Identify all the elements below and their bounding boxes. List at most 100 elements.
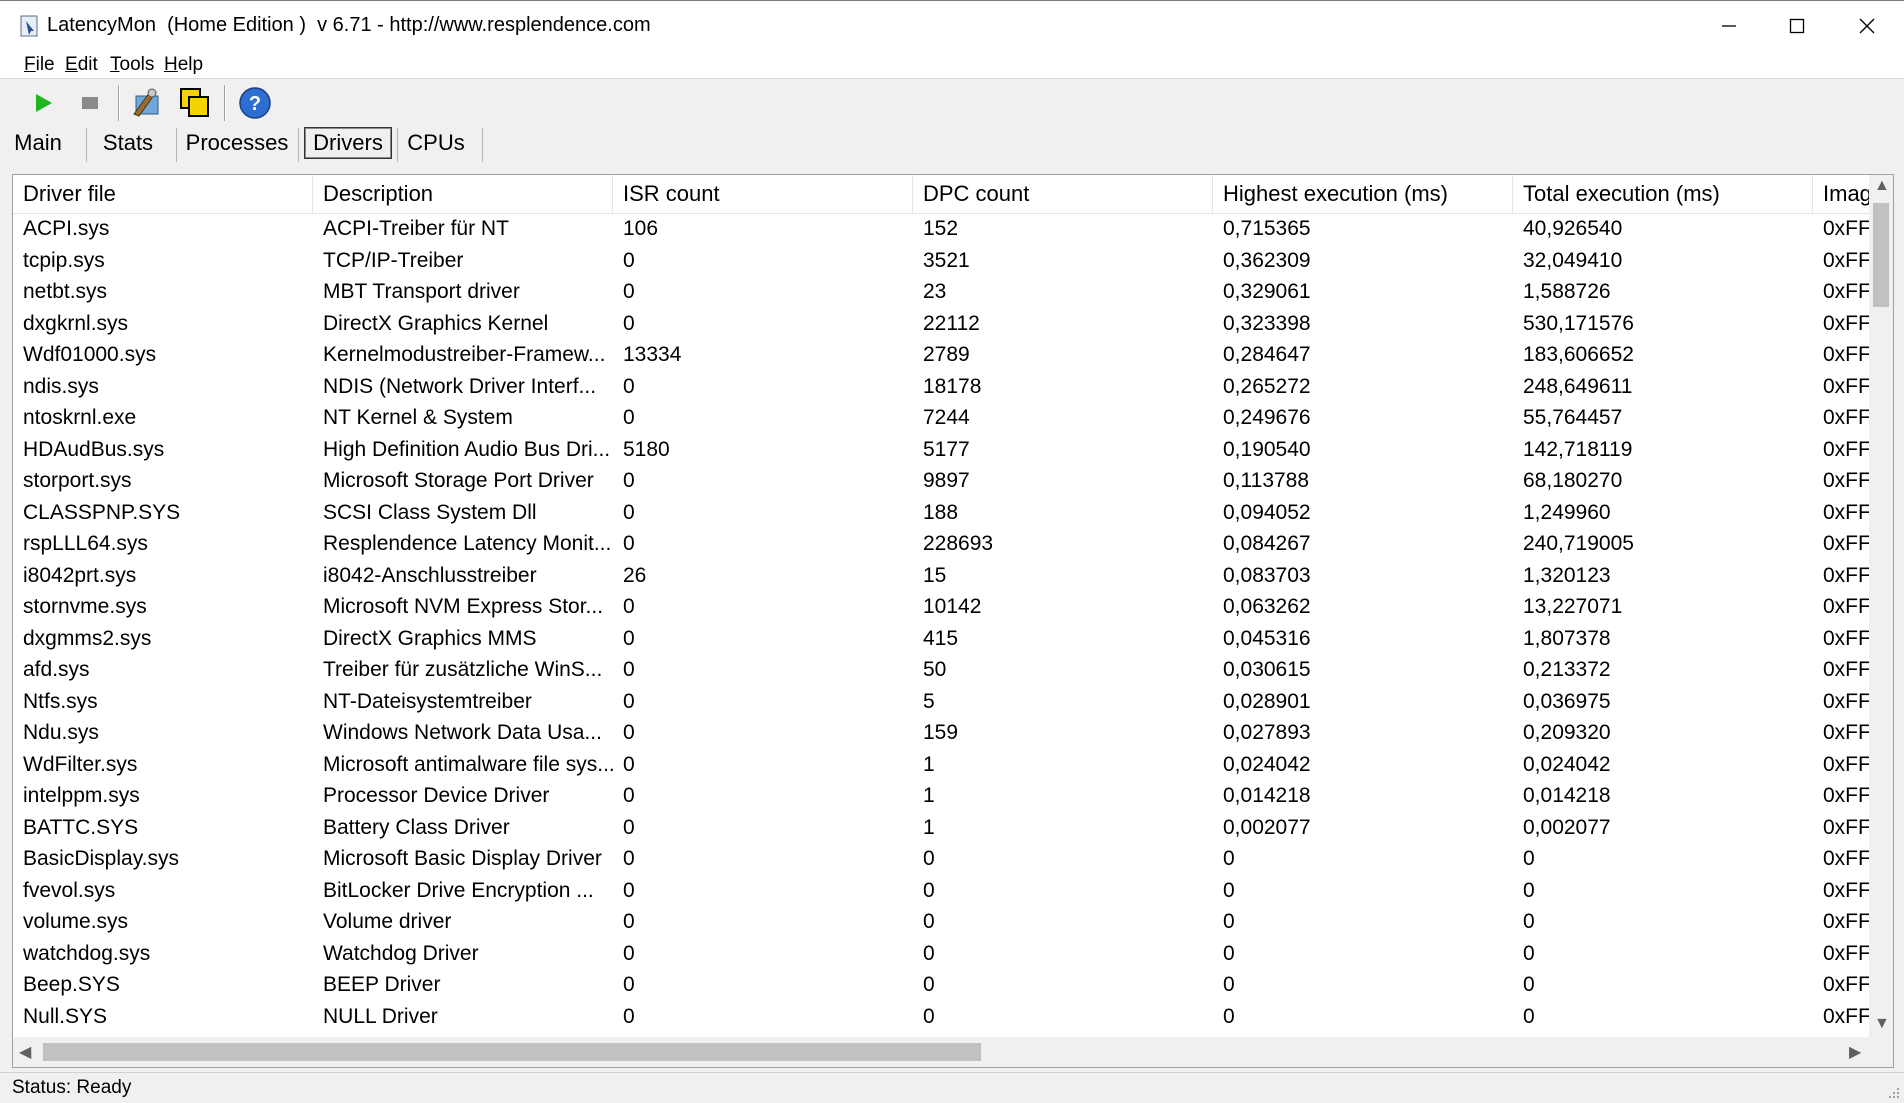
cell-isr-count: 0	[623, 280, 635, 303]
cell-description: Microsoft antimalware file sys...	[323, 752, 613, 776]
cell-isr-count: 0	[623, 878, 635, 902]
table-row[interactable]: Beep.SYS BEEP Driver 0 0 0 0 0xFF	[13, 969, 1871, 1001]
column-header-highest-execution[interactable]: Highest execution (ms)	[1213, 175, 1513, 213]
column-header-total-execution[interactable]: Total execution (ms)	[1513, 175, 1813, 213]
cell-driver-file: watchdog.sys	[23, 941, 151, 965]
scroll-left-icon[interactable]: ◀	[19, 1042, 31, 1062]
column-header-image[interactable]: Imag	[1813, 175, 1871, 213]
table-row[interactable]: fvevol.sys BitLocker Drive Encryption ...…	[13, 875, 1871, 907]
cell-image: 0xFF	[1823, 910, 1871, 933]
cell-highest-execution: 0,113788	[1223, 469, 1310, 492]
table-row[interactable]: ntoskrnl.exe NT Kernel & System 0 7244 0,249…	[13, 402, 1871, 434]
tab-separator	[176, 128, 177, 162]
cell-description: Windows Network Data Usa...	[323, 721, 602, 744]
tools-icon	[133, 88, 159, 117]
scroll-up-icon[interactable]: ▲	[1874, 177, 1890, 195]
tab-drivers[interactable]: Drivers	[304, 124, 392, 162]
cell-description: NDIS (Network Driver Interf...	[323, 374, 597, 398]
menu-help[interactable]: Help	[164, 54, 203, 76]
cell-dpc-count: 22112	[923, 311, 980, 335]
toolbar-separator	[224, 85, 226, 121]
cell-driver-file: tcpip.sys	[23, 248, 105, 272]
column-header-description[interactable]: Description	[313, 175, 613, 213]
menu-file[interactable]: File	[24, 54, 55, 76]
cell-driver-file: storport.sys	[23, 469, 132, 492]
cell-total-execution: 0,209320	[1523, 721, 1611, 744]
tools-button[interactable]	[128, 84, 166, 122]
cell-driver-file: rspLLL64.sys	[23, 532, 148, 555]
table-row[interactable]: netbt.sys MBT Transport driver 0 23 0,329061…	[13, 276, 1871, 308]
cell-isr-count: 0	[623, 626, 635, 650]
table-row[interactable]: storport.sys Microsoft Storage Port Drive…	[13, 465, 1871, 497]
table-row[interactable]: dxgmms2.sys DirectX Graphics MMS 0 415 0,045…	[13, 623, 1871, 655]
column-header-isr-count[interactable]: ISR count	[613, 175, 913, 213]
menu-tools[interactable]: Tools	[110, 54, 154, 76]
table-row[interactable]: volume.sys Volume driver 0 0 0 0 0xFF	[13, 906, 1871, 938]
table-row[interactable]: BasicDisplay.sys Microsoft Basic Display …	[13, 843, 1871, 875]
table-row[interactable]: BATTC.SYS Battery Class Driver 0 1 0,002077 0…	[13, 812, 1871, 844]
vertical-scroll-thumb[interactable]	[1873, 203, 1889, 307]
table-row[interactable]: CLASSPNP.SYS SCSI Class System Dll 0 188 0,0…	[13, 497, 1871, 529]
cell-isr-count: 26	[623, 563, 647, 587]
minimize-button[interactable]	[1694, 1, 1764, 51]
table-row[interactable]: tcpip.sys TCP/IP-Treiber 0 3521 0,362309 32,0…	[13, 245, 1871, 277]
table-row[interactable]: Ntfs.sys NT-Dateisystemtreiber 0 5 0,028901 0…	[13, 686, 1871, 718]
cell-total-execution: 0	[1523, 910, 1535, 933]
cell-driver-file: HDAudBus.sys	[23, 437, 165, 461]
table-row[interactable]: WdFilter.sys Microsoft antimalware file s…	[13, 749, 1871, 781]
cell-total-execution: 248,649611	[1523, 374, 1633, 398]
tab-stats[interactable]: Stats	[94, 124, 162, 162]
cell-driver-file: netbt.sys	[23, 280, 108, 303]
cell-driver-file: Ndu.sys	[23, 721, 99, 744]
table-row[interactable]: Null.SYS NULL Driver 0 0 0 0 0xFF	[13, 1001, 1871, 1033]
minimize-icon	[1722, 25, 1736, 27]
menu-edit[interactable]: Edit	[65, 54, 98, 76]
vertical-scrollbar[interactable]: ▲ ▼	[1869, 175, 1893, 1037]
cell-total-execution: 0	[1523, 1004, 1535, 1028]
cell-driver-file: dxgkrnl.sys	[23, 311, 129, 335]
cell-isr-count: 0	[623, 406, 635, 429]
help-button[interactable]: ?	[236, 84, 274, 122]
column-header-dpc-count[interactable]: DPC count	[913, 175, 1213, 213]
table-row[interactable]: stornvme.sys Microsoft NVM Express Stor..…	[13, 591, 1871, 623]
maximize-button[interactable]	[1762, 1, 1832, 51]
cell-total-execution: 0	[1523, 941, 1535, 965]
table-row[interactable]: Wdf01000.sys Kernelmodustreiber-Framew...…	[13, 339, 1871, 371]
table-row[interactable]: afd.sys Treiber für zusätzliche WinS... 0 5…	[13, 654, 1871, 686]
horizontal-scrollbar[interactable]: ◀ ▶	[13, 1037, 1893, 1067]
table-row[interactable]: HDAudBus.sys High Definition Audio Bus Dr…	[13, 434, 1871, 466]
cell-description: Watchdog Driver	[323, 941, 479, 965]
windows-button[interactable]	[176, 84, 214, 122]
column-header-driver-file[interactable]: Driver file	[13, 175, 313, 213]
start-button[interactable]	[24, 84, 62, 122]
cell-driver-file: ACPI.sys	[23, 217, 110, 240]
tab-cpus[interactable]: CPUs	[404, 124, 468, 162]
tab-processes[interactable]: Processes	[184, 124, 290, 162]
resize-grip-icon[interactable]	[1886, 1085, 1900, 1099]
table-header: Driver file Description ISR count DPC co…	[13, 175, 1871, 214]
table-row[interactable]: dxgkrnl.sys DirectX Graphics Kernel 0 22112…	[13, 308, 1871, 340]
cell-driver-file: ndis.sys	[23, 374, 99, 398]
cell-dpc-count: 5	[923, 689, 935, 713]
table-row[interactable]: rspLLL64.sys Resplendence Latency Monit..…	[13, 528, 1871, 560]
stop-button[interactable]	[71, 84, 109, 122]
cell-dpc-count: 188	[923, 500, 959, 524]
scroll-right-icon[interactable]: ▶	[1849, 1042, 1861, 1062]
tab-main[interactable]: Main	[6, 124, 70, 162]
cell-description: Processor Device Driver	[323, 784, 550, 807]
table-row[interactable]: Ndu.sys Windows Network Data Usa... 0 159 0,…	[13, 717, 1871, 749]
horizontal-scroll-thumb[interactable]	[43, 1043, 981, 1061]
table-row[interactable]: intelppm.sys Processor Device Driver 0 1 0,0…	[13, 780, 1871, 812]
table-row[interactable]: watchdog.sys Watchdog Driver 0 0 0 0 0xFF	[13, 938, 1871, 970]
close-button[interactable]	[1832, 1, 1902, 51]
cell-highest-execution: 0,323398	[1223, 311, 1311, 335]
table-row[interactable]: i8042prt.sys i8042-Anschlusstreiber 26 15 0,…	[13, 560, 1871, 592]
cell-isr-count: 0	[623, 910, 635, 933]
cell-driver-file: volume.sys	[23, 910, 129, 933]
cell-isr-count: 0	[623, 752, 635, 776]
table-row[interactable]: ndis.sys NDIS (Network Driver Interf... 0 1…	[13, 371, 1871, 403]
scroll-down-icon[interactable]: ▼	[1874, 1015, 1890, 1033]
cell-dpc-count: 0	[923, 941, 935, 965]
table-row[interactable]: ACPI.sys ACPI-Treiber für NT 106 152 0,71536…	[13, 213, 1871, 245]
cell-description: Microsoft Basic Display Driver	[323, 847, 602, 870]
